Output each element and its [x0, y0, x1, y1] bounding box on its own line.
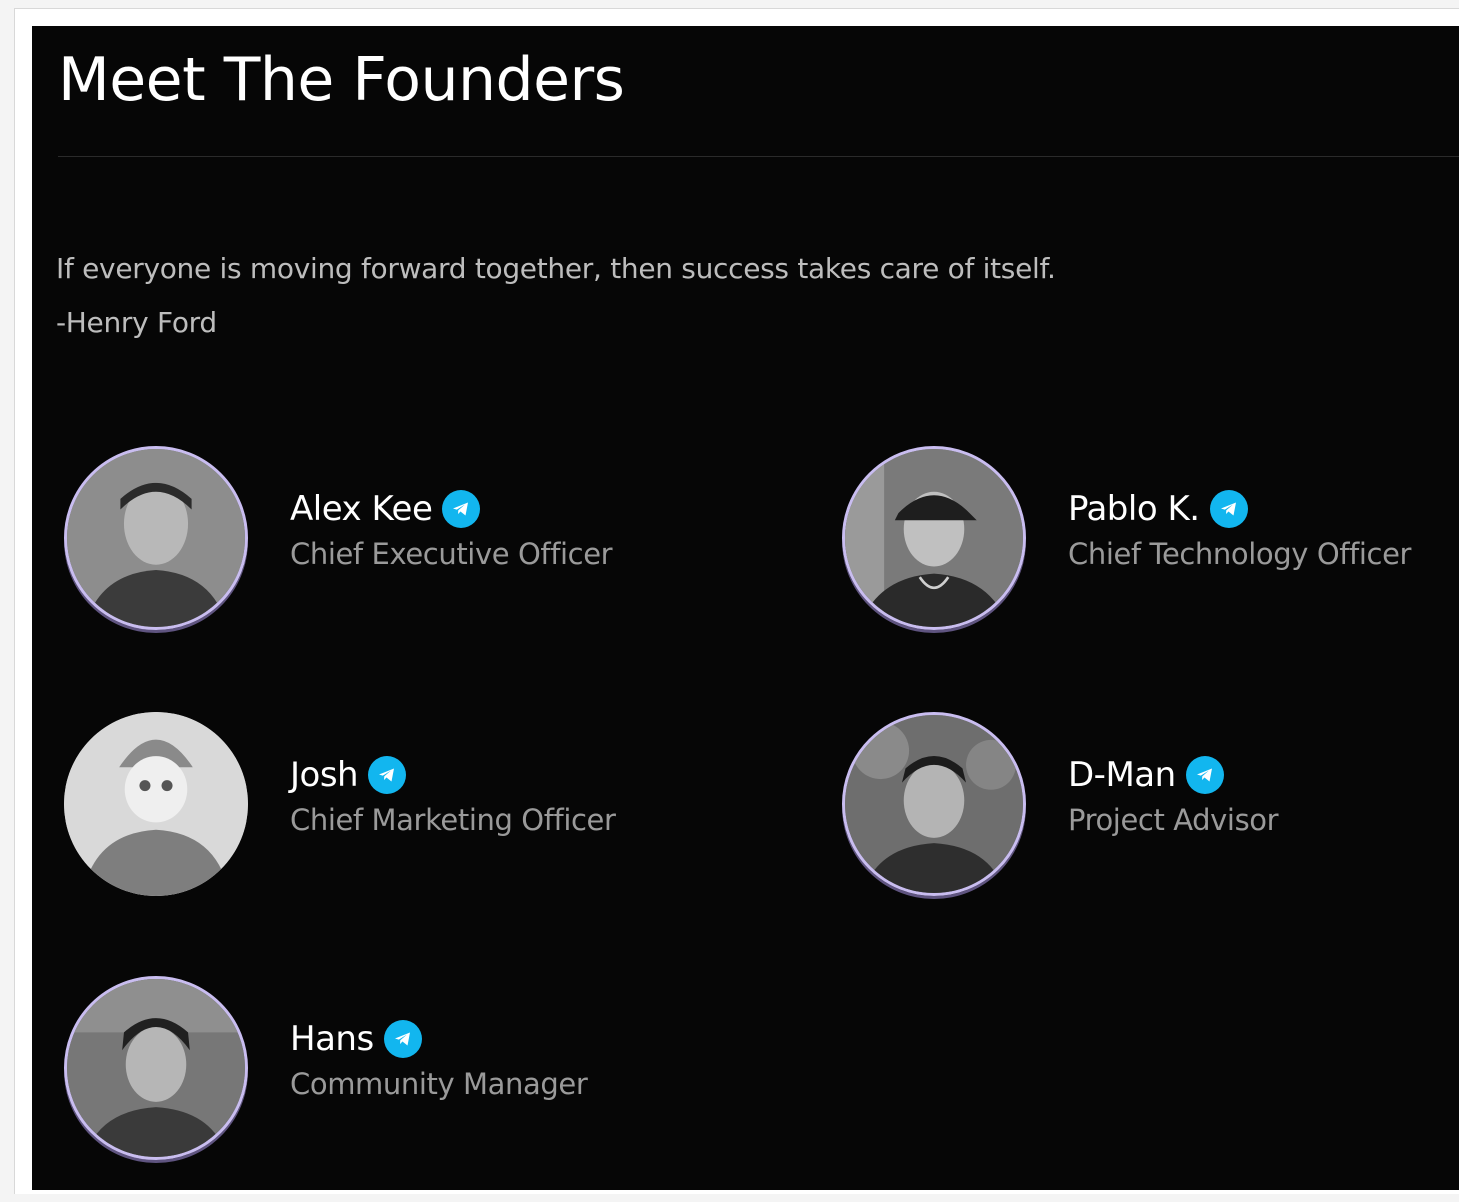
founder-card: D-Man Project Advisor [842, 712, 1459, 902]
founder-info: Pablo K. Chief Technology Officer [1068, 484, 1411, 574]
person-photo-icon [67, 979, 245, 1157]
founder-info: Josh Chief Marketing Officer [290, 750, 616, 840]
person-photo-icon [845, 449, 1023, 627]
founder-card: Pablo K. Chief Technology Officer [842, 446, 1459, 636]
telegram-icon[interactable] [1209, 490, 1248, 528]
avatar [64, 976, 248, 1160]
founder-name: D-Man [1068, 755, 1176, 795]
name-row: Pablo K. [1068, 484, 1411, 534]
founder-role: Chief Technology Officer [1068, 537, 1412, 571]
title-divider [58, 156, 1459, 157]
founder-info: D-Man Project Advisor [1068, 750, 1279, 840]
telegram-icon[interactable] [368, 756, 407, 794]
name-row: Josh [290, 750, 616, 800]
founder-role: Project Advisor [1068, 803, 1279, 837]
founder-role: Chief Marketing Officer [290, 803, 616, 837]
founder-info: Hans Community Manager [290, 1014, 588, 1104]
cartoon-avatar-icon [64, 712, 248, 896]
name-row: Alex Kee [290, 484, 612, 534]
avatar [64, 446, 248, 630]
person-photo-icon [67, 449, 245, 627]
telegram-icon[interactable] [442, 490, 481, 528]
founder-name: Pablo K. [1068, 489, 1200, 529]
founder-name: Alex Kee [290, 489, 433, 529]
quote-author: -Henry Ford [56, 306, 217, 339]
founder-role: Chief Executive Officer [290, 537, 613, 571]
quote-block: If everyone is moving forward together, … [56, 242, 1056, 350]
founders-section: Meet The Founders If everyone is moving … [32, 26, 1459, 1190]
telegram-icon[interactable] [1185, 756, 1224, 794]
avatar [842, 446, 1026, 630]
founder-name: Josh [290, 755, 359, 795]
name-row: Hans [290, 1014, 587, 1064]
avatar [842, 712, 1026, 896]
founder-card: Josh Chief Marketing Officer [64, 712, 684, 902]
avatar [64, 712, 248, 896]
founder-role: Community Manager [290, 1067, 588, 1101]
founder-name: Hans [290, 1019, 374, 1059]
founder-card: Alex Kee Chief Executive Officer [64, 446, 684, 636]
section-title: Meet The Founders [58, 45, 625, 115]
founder-info: Alex Kee Chief Executive Officer [290, 484, 613, 574]
telegram-icon[interactable] [383, 1020, 422, 1058]
name-row: D-Man [1068, 750, 1278, 800]
person-photo-icon [845, 715, 1023, 893]
founder-card: Hans Community Manager [64, 976, 684, 1166]
quote-text: If everyone is moving forward together, … [56, 252, 1056, 285]
